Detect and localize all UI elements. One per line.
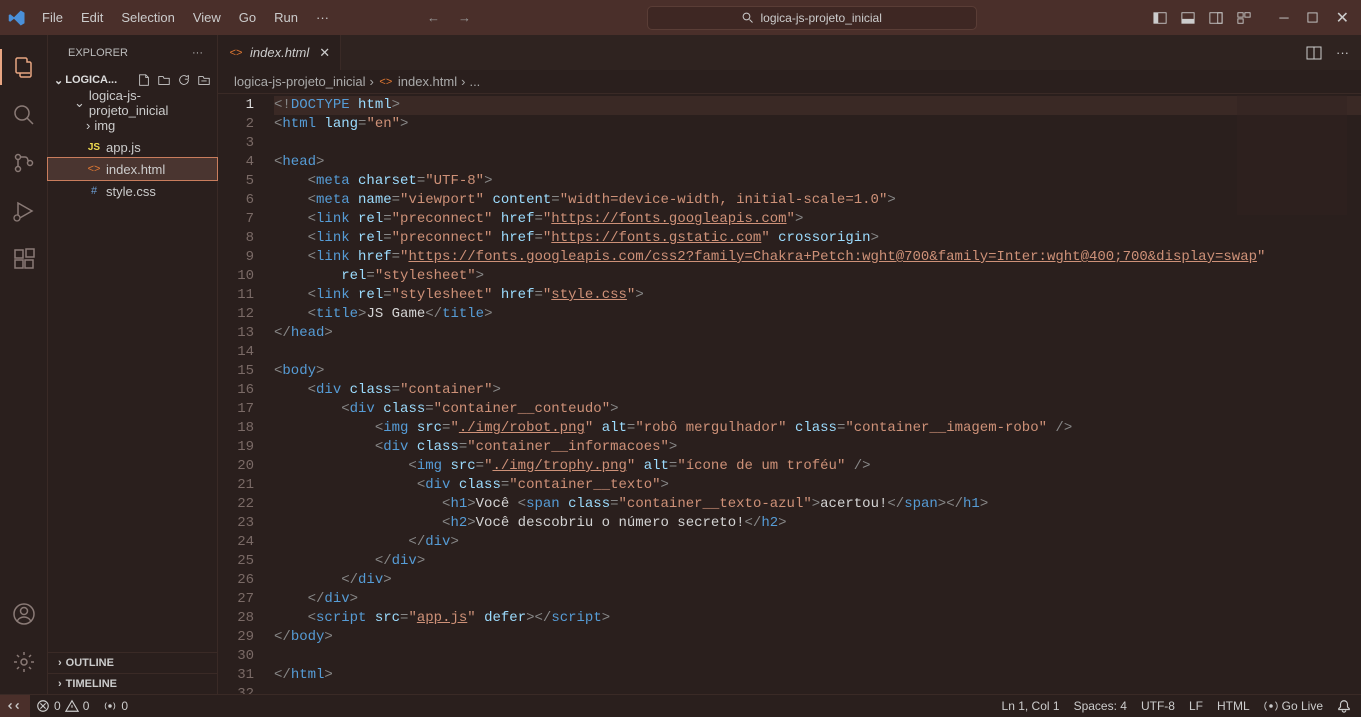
- error-icon: [36, 699, 50, 713]
- menu-run[interactable]: Run: [266, 6, 306, 29]
- split-editor-icon[interactable]: [1306, 45, 1322, 61]
- tree-item-label: style.css: [106, 184, 156, 199]
- chevron-down-icon: ⌄: [74, 95, 85, 111]
- nav-forward-icon[interactable]: →: [458, 10, 471, 25]
- html-file-icon: <>: [86, 163, 102, 175]
- vscode-logo-icon: [8, 9, 26, 27]
- settings-icon[interactable]: [0, 638, 48, 686]
- chevron-down-icon: ⌄: [54, 74, 63, 87]
- js-file-icon: JS: [86, 142, 102, 153]
- statusbar: 0 0 0 Ln 1, Col 1 Spaces: 4 UTF-8 LF HTM…: [0, 694, 1361, 716]
- minimize-icon[interactable]: ─: [1275, 6, 1292, 29]
- status-lang[interactable]: HTML: [1217, 699, 1250, 713]
- html-file-icon: <>: [228, 47, 244, 59]
- breadcrumbs[interactable]: logica-js-projeto_inicial › <> index.htm…: [218, 70, 1361, 94]
- menu-file[interactable]: File: [34, 6, 71, 29]
- tree-file-indexhtml[interactable]: <> index.html: [48, 158, 217, 180]
- maximize-icon[interactable]: [1307, 12, 1318, 23]
- minimap[interactable]: [1237, 95, 1347, 215]
- layout-secondary-icon[interactable]: [1209, 11, 1223, 25]
- new-folder-icon[interactable]: [157, 73, 171, 87]
- command-center[interactable]: logica-js-projeto_inicial: [647, 6, 977, 30]
- sidebar: EXPLORER ··· ⌄ LOGICA... ⌄ logica-js-pro…: [48, 35, 218, 694]
- tree-item-label: app.js: [106, 140, 141, 155]
- menu-view[interactable]: View: [185, 6, 229, 29]
- menu-go[interactable]: Go: [231, 6, 264, 29]
- window-controls: ─ ✕: [1153, 4, 1353, 32]
- new-file-icon[interactable]: [137, 73, 151, 87]
- collapse-icon[interactable]: [197, 73, 211, 87]
- bell-icon[interactable]: [1337, 699, 1351, 713]
- tree-item-label: img: [94, 118, 115, 133]
- breadcrumb-item[interactable]: ...: [469, 74, 480, 89]
- layout-primary-icon[interactable]: [1153, 11, 1167, 25]
- code-editor[interactable]: 1234567891011121314151617181920212223242…: [218, 94, 1361, 694]
- more-actions-icon[interactable]: ···: [1336, 45, 1349, 60]
- status-golive[interactable]: Go Live: [1264, 699, 1323, 713]
- tree-root[interactable]: ⌄ logica-js-projeto_inicial: [48, 92, 217, 114]
- remote-indicator[interactable]: [0, 695, 30, 717]
- chevron-right-icon: ›: [58, 678, 62, 690]
- explorer-icon[interactable]: [0, 43, 48, 91]
- activity-bar: [0, 35, 48, 694]
- close-icon[interactable]: ✕: [1332, 4, 1353, 32]
- menu-selection[interactable]: Selection: [113, 6, 182, 29]
- breadcrumb-item[interactable]: logica-js-projeto_inicial: [234, 74, 366, 89]
- layout-panel-icon[interactable]: [1181, 11, 1195, 25]
- chevron-right-icon: ›: [86, 118, 90, 133]
- extensions-icon[interactable]: [0, 235, 48, 283]
- tree-file-stylecss[interactable]: # style.css: [48, 180, 217, 202]
- file-tree: ⌄ logica-js-projeto_inicial › img JS app…: [48, 90, 217, 204]
- nav-arrows: ← →: [427, 10, 471, 25]
- status-problems[interactable]: 0 0: [36, 699, 89, 713]
- tree-root-label: logica-js-projeto_inicial: [89, 88, 217, 118]
- sidebar-title: EXPLORER: [68, 47, 128, 59]
- html-file-icon: <>: [378, 76, 394, 88]
- tabs-bar: <> index.html ✕ ···: [218, 35, 1361, 70]
- status-eol[interactable]: LF: [1189, 699, 1203, 713]
- chevron-right-icon: ›: [58, 657, 62, 669]
- status-spaces[interactable]: Spaces: 4: [1074, 699, 1127, 713]
- search-icon: [742, 12, 754, 24]
- tab-label: index.html: [250, 45, 309, 60]
- accounts-icon[interactable]: [0, 590, 48, 638]
- menu-more[interactable]: ···: [308, 6, 337, 29]
- css-file-icon: #: [86, 185, 102, 197]
- status-ports[interactable]: 0: [103, 699, 128, 713]
- editor-area: <> index.html ✕ ··· logica-js-projeto_in…: [218, 35, 1361, 694]
- outline-section[interactable]: › OUTLINE: [48, 652, 217, 673]
- breadcrumb-item[interactable]: index.html: [398, 74, 457, 89]
- sidebar-header: EXPLORER ···: [48, 35, 217, 70]
- nav-back-icon[interactable]: ←: [427, 10, 440, 25]
- refresh-icon[interactable]: [177, 73, 191, 87]
- folder-name: LOGICA...: [65, 74, 117, 86]
- tab-indexhtml[interactable]: <> index.html ✕: [218, 35, 341, 70]
- source-control-icon[interactable]: [0, 139, 48, 187]
- status-lncol[interactable]: Ln 1, Col 1: [1002, 699, 1060, 713]
- code-content[interactable]: <!DOCTYPE html><html lang="en"> <head> <…: [274, 94, 1361, 694]
- run-debug-icon[interactable]: [0, 187, 48, 235]
- search-icon[interactable]: [0, 91, 48, 139]
- titlebar: File Edit Selection View Go Run ··· ← → …: [0, 0, 1361, 35]
- sidebar-more-icon[interactable]: ···: [192, 47, 203, 59]
- line-numbers: 1234567891011121314151617181920212223242…: [218, 94, 274, 694]
- close-icon[interactable]: ✕: [319, 45, 330, 61]
- search-title: logica-js-projeto_inicial: [760, 11, 881, 25]
- broadcast-icon: [1264, 699, 1278, 713]
- radio-icon: [103, 699, 117, 713]
- folder-header[interactable]: ⌄ LOGICA...: [48, 70, 217, 90]
- main-menu: File Edit Selection View Go Run ···: [34, 6, 337, 29]
- tree-item-label: index.html: [106, 162, 165, 177]
- status-encoding[interactable]: UTF-8: [1141, 699, 1175, 713]
- timeline-section[interactable]: › TIMELINE: [48, 673, 217, 694]
- customize-layout-icon[interactable]: [1237, 11, 1251, 25]
- menu-edit[interactable]: Edit: [73, 6, 111, 29]
- warning-icon: [65, 699, 79, 713]
- tree-file-appjs[interactable]: JS app.js: [48, 136, 217, 158]
